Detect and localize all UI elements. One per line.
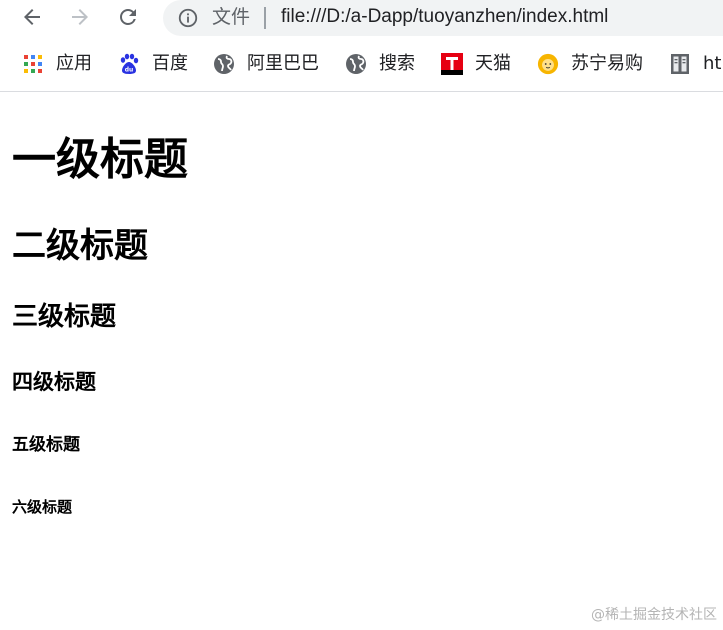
back-button[interactable] [15,0,49,34]
apps-grid-icon [22,53,44,75]
globe-icon [213,53,235,75]
bookmark-alibaba[interactable]: 阿里巴巴 [213,44,319,84]
bookmark-page-icon [669,53,691,75]
browser-toolbar: 文件 file:///D:/a-Dapp/tuoyanzhen/index.ht… [0,0,723,38]
heading-level-4: 四级标题 [12,370,96,394]
scheme-label: 文件 [212,6,251,28]
bookmark-suning[interactable]: 苏宁易购 [537,44,643,84]
bookmark-baidu[interactable]: du 百度 [118,44,188,84]
info-icon[interactable] [177,7,199,29]
bookmark-apps[interactable]: 应用 [22,44,92,84]
reload-button[interactable] [111,0,145,34]
bookmark-search[interactable]: 搜索 [345,44,415,84]
heading-level-3: 三级标题 [12,302,117,332]
heading-level-1: 一级标题 [12,134,188,185]
svg-text:du: du [125,67,134,74]
bookmark-label: 应用 [56,53,92,74]
url-text[interactable]: file:///D:/a-Dapp/tuoyanzhen/index.html [281,5,608,29]
bookmark-label: 苏宁易购 [571,53,643,74]
baidu-paw-icon: du [118,53,140,75]
bookmarks-bar: 应用 du 百度 阿里巴巴 搜索 天猫 苏宁易购 ht [0,44,723,88]
page-content: 一级标题 二级标题 三级标题 四级标题 五级标题 六级标题 @稀土掘金技术社区 [0,92,723,630]
arrow-right-icon [72,9,88,25]
suning-lion-icon [537,53,559,75]
forward-button[interactable] [63,0,97,34]
bookmark-label: 阿里巴巴 [247,53,319,74]
tmall-icon [441,53,463,75]
bookmark-tmall[interactable]: 天猫 [441,44,511,84]
arrow-left-icon [24,9,40,25]
bookmark-label: ht [703,53,722,74]
globe-icon [345,53,367,75]
browser-window: 文件 file:///D:/a-Dapp/tuoyanzhen/index.ht… [0,0,723,630]
bookmark-ht[interactable]: ht [669,44,721,84]
bookmark-label: 百度 [152,53,188,74]
address-separator [264,7,266,29]
reload-icon [120,8,136,25]
heading-level-5: 五级标题 [12,435,80,455]
bookmark-label: 天猫 [475,53,511,74]
bookmark-label: 搜索 [379,53,415,74]
address-bar[interactable]: 文件 file:///D:/a-Dapp/tuoyanzhen/index.ht… [163,0,723,36]
watermark: @稀土掘金技术社区 [591,607,717,623]
heading-level-2: 二级标题 [12,226,148,266]
heading-level-6: 六级标题 [12,498,73,516]
